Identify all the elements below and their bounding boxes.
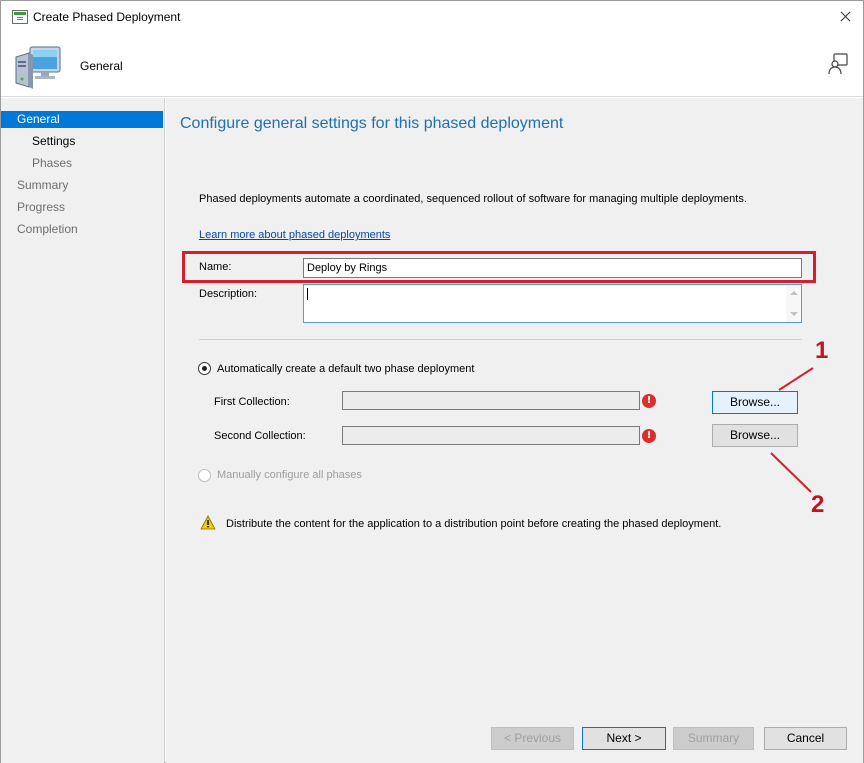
wizard-header: General (1, 33, 863, 97)
learn-more-link[interactable]: Learn more about phased deployments (199, 229, 390, 241)
nav-item-progress[interactable]: Progress (1, 199, 163, 216)
previous-button[interactable]: < Previous (491, 727, 574, 750)
nav-item-settings[interactable]: Settings (1, 133, 163, 150)
page-description: Phased deployments automate a coordinate… (199, 193, 747, 205)
description-scrollbar[interactable] (786, 285, 801, 322)
header-page-title: General (80, 59, 123, 73)
description-input[interactable] (303, 284, 802, 323)
auto-phase-label: Automatically create a default two phase… (217, 363, 475, 375)
window-title: Create Phased Deployment (33, 10, 181, 24)
wizard-app-icon (12, 10, 28, 24)
first-collection-field[interactable] (342, 391, 640, 410)
name-input[interactable] (303, 258, 802, 278)
auto-phase-radio[interactable] (198, 362, 211, 375)
wizard-nav: General Settings Phases Summary Progress… (1, 98, 165, 763)
second-collection-field[interactable] (342, 426, 640, 445)
second-collection-label: Second Collection: (214, 430, 306, 442)
nav-item-general[interactable]: General (1, 111, 163, 128)
summary-button[interactable]: Summary (673, 727, 754, 750)
manual-phase-radio[interactable] (198, 469, 211, 482)
text-caret (307, 288, 308, 300)
nav-item-completion[interactable]: Completion (1, 221, 163, 238)
annotation-number-1: 1 (815, 337, 829, 364)
second-collection-error-icon: ! (642, 429, 656, 443)
warning-icon (200, 515, 216, 530)
annotation-number-2: 2 (811, 491, 825, 518)
cancel-button[interactable]: Cancel (764, 727, 847, 750)
nav-item-summary[interactable]: Summary (1, 177, 163, 194)
warning-message: Distribute the content for the applicati… (226, 518, 722, 530)
help-feedback-icon[interactable] (827, 53, 849, 75)
wizard-window: Create Phased Deployment General General… (0, 0, 864, 763)
scroll-down-icon[interactable] (790, 312, 798, 316)
computer-icon (15, 46, 61, 89)
description-label: Description: (199, 288, 258, 300)
scroll-up-icon[interactable] (790, 291, 798, 295)
page-heading: Configure general settings for this phas… (180, 115, 564, 132)
first-collection-label: First Collection: (214, 396, 290, 408)
first-collection-browse-button[interactable]: Browse... (712, 391, 798, 414)
first-collection-error-icon: ! (642, 394, 656, 408)
name-label: Name: (199, 261, 232, 273)
next-button[interactable]: Next > (582, 727, 666, 750)
close-button[interactable] (833, 5, 857, 29)
section-divider (199, 339, 802, 340)
manual-phase-label: Manually configure all phases (217, 469, 362, 481)
title-bar: Create Phased Deployment (1, 1, 863, 33)
second-collection-browse-button[interactable]: Browse... (712, 424, 798, 447)
wizard-content: Configure general settings for this phas… (166, 98, 863, 763)
nav-item-phases[interactable]: Phases (1, 155, 163, 172)
